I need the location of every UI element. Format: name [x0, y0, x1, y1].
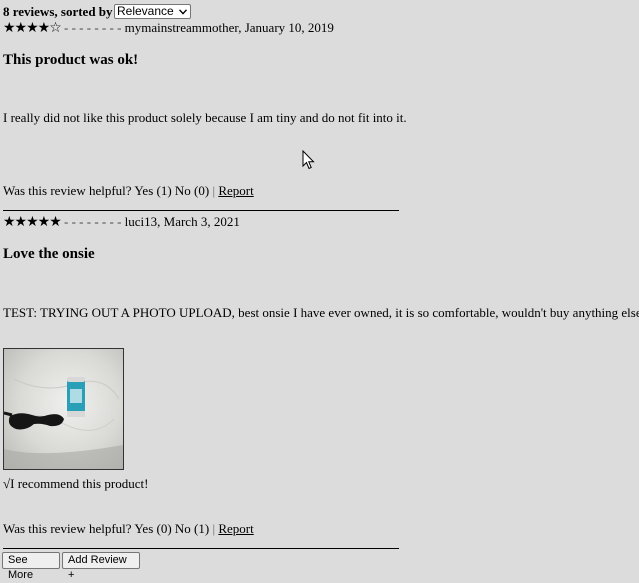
report-link[interactable]: Report [218, 183, 253, 198]
review-photo[interactable] [3, 348, 124, 470]
review-title: This product was ok! [3, 52, 139, 68]
review-divider [3, 548, 399, 549]
helpful-no-link[interactable]: No (0) [175, 183, 209, 198]
report-link[interactable]: Report [218, 521, 253, 536]
recommend-text: √I recommend this product! [3, 476, 149, 491]
reviews-count-label: 8 reviews, sorted by [3, 4, 113, 19]
meta-dashes: - - - - - - - - [64, 214, 122, 229]
star-rating: ★★★★☆ [3, 20, 62, 36]
review-body: TEST: TRYING OUT A PHOTO UPLOAD, best on… [3, 305, 639, 320]
review-helpful-row: Was this review helpful? Yes (0) No (1) … [3, 521, 254, 537]
helpful-prompt: Was this review helpful? [3, 521, 132, 536]
meta-dashes: - - - - - - - - [64, 20, 122, 35]
helpful-yes-link[interactable]: Yes (0) [134, 521, 171, 536]
sort-select[interactable]: Relevance [114, 4, 191, 19]
helpful-no-link[interactable]: No (1) [175, 521, 209, 536]
mouse-cursor-icon [302, 150, 315, 170]
star-rating: ★★★★★ [3, 214, 62, 230]
add-review-button[interactable]: Add Review + [62, 552, 140, 581]
review-meta: ★★★★☆ - - - - - - - - mymainstreammother… [3, 20, 334, 36]
review-meta: ★★★★★ - - - - - - - - luci13, March 3, 2… [3, 214, 240, 230]
review-author-date: luci13, March 3, 2021 [124, 214, 240, 229]
review-title: Love the onsie [3, 246, 95, 262]
see-more-button[interactable]: See More [2, 552, 60, 581]
review-author-date: mymainstreammother, January 10, 2019 [124, 20, 334, 35]
review-body: I really did not like this product solel… [3, 110, 407, 125]
sort-selected-value: Relevance [117, 4, 174, 18]
review-divider [3, 210, 399, 211]
helpful-prompt: Was this review helpful? [3, 183, 132, 198]
photo-content [4, 377, 123, 469]
helpful-separator: | [212, 183, 216, 198]
helpful-yes-link[interactable]: Yes (1) [134, 183, 171, 198]
helpful-separator: | [212, 521, 216, 536]
review-helpful-row: Was this review helpful? Yes (1) No (0) … [3, 183, 254, 199]
chevron-down-icon [179, 9, 187, 15]
